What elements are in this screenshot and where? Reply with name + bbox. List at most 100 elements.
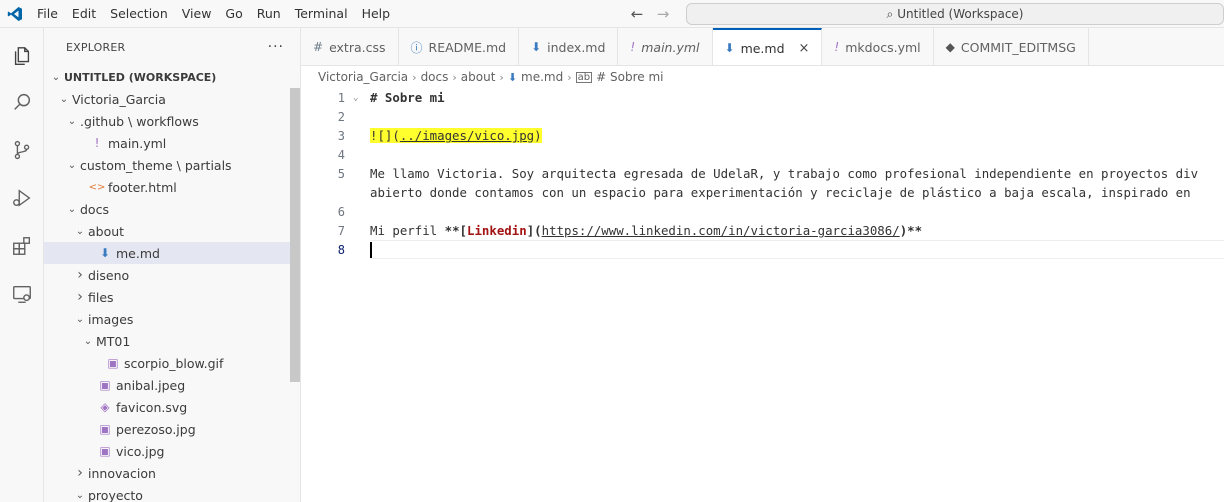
tree-folder[interactable]: ⌄ proyecto <box>44 484 300 502</box>
tab-readme-md[interactable]: ⓘ README.md <box>399 28 520 65</box>
tree-folder[interactable]: ⌄ UNTITLED (WORKSPACE) <box>44 66 300 88</box>
tree-folder[interactable]: ⌄ Victoria_Garcia <box>44 88 300 110</box>
tree-folder[interactable]: › files <box>44 286 300 308</box>
menu-item-terminal[interactable]: Terminal <box>288 0 355 28</box>
image-file-icon: ▣ <box>99 422 111 436</box>
link-url[interactable]: https://www.linkedin.com/in/victoria-gar… <box>542 223 900 238</box>
back-arrow-icon[interactable]: ← <box>628 5 646 23</box>
link-text: Linkedin <box>467 223 527 238</box>
file-type-icon: ◆ <box>945 40 955 54</box>
line-number: 3 <box>337 128 345 143</box>
tree-folder[interactable]: › innovacion <box>44 462 300 484</box>
tree-file[interactable]: ▣ perezoso.jpg <box>44 418 300 440</box>
bold-marker: **[ <box>444 223 467 238</box>
markdown-file-icon: ⬇ <box>99 246 111 260</box>
menu-item-edit[interactable]: Edit <box>65 0 103 28</box>
menu-item-view[interactable]: View <box>175 0 219 28</box>
forward-arrow-icon[interactable]: → <box>654 5 672 23</box>
tree-folder[interactable]: ⌄ about <box>44 220 300 242</box>
editor-line: 5 Me llamo Victoria. Soy arquitecta egre… <box>301 164 1224 183</box>
chevron-down-icon: ⌄ <box>83 335 93 347</box>
file-type-icon: ⓘ <box>410 40 423 55</box>
title-bar: File Edit Selection View Go Run Terminal Help ←… <box>0 0 1224 28</box>
chevron-right-icon: › <box>499 70 504 84</box>
activity-bar <box>0 28 44 502</box>
menu-item-help[interactable]: Help <box>355 0 398 28</box>
tree-folder[interactable]: ⌄ images <box>44 308 300 330</box>
source-control-icon[interactable] <box>6 134 38 166</box>
line-number: 6 <box>337 204 345 219</box>
bold-marker: )** <box>899 223 923 238</box>
run-debug-icon[interactable] <box>6 182 38 214</box>
tree-file[interactable]: ▣ anibal.jpeg <box>44 374 300 396</box>
tab-me-md[interactable]: ⬇ me.md × <box>712 28 823 65</box>
image-link-prefix: ![]( <box>370 128 400 143</box>
image-link-path[interactable]: ../images/vico.jpg <box>400 128 534 143</box>
line-number: 8 <box>337 242 345 257</box>
line-number: 2 <box>337 109 345 124</box>
text-cursor <box>370 242 372 258</box>
tree-item-label: UNTITLED (WORKSPACE) <box>64 70 217 84</box>
tree-item-label: innovacion <box>88 465 156 481</box>
tree-item-label: vico.jpg <box>116 443 165 459</box>
breadcrumb-item[interactable]: me.md <box>521 70 563 84</box>
editor-line: 6 <box>301 202 1224 221</box>
breadcrumb-item[interactable]: # Sobre mi <box>596 70 663 84</box>
extensions-icon[interactable] <box>6 230 38 262</box>
tree-file[interactable]: ⬇ me.md <box>44 242 300 264</box>
search-icon: ⌕ <box>886 6 894 21</box>
breadcrumb-item[interactable]: docs <box>421 70 449 84</box>
menu-item-run[interactable]: Run <box>250 0 288 28</box>
tree-folder[interactable]: ⌄ docs <box>44 198 300 220</box>
tree-file[interactable]: ▣ vico.jpg <box>44 440 300 462</box>
explorer-header: EXPLORER ··· <box>44 28 300 66</box>
tree-file[interactable]: ▣ scorpio_blow.gif <box>44 352 300 374</box>
close-icon[interactable]: × <box>799 41 810 56</box>
tab-main-yml[interactable]: ! main.yml <box>618 28 713 65</box>
tree-item-label: .github \ workflows <box>80 113 199 129</box>
tree-item-label: files <box>88 289 114 305</box>
chevron-down-icon: ⌄ <box>51 71 61 83</box>
sidebar-scrollbar[interactable] <box>290 88 300 382</box>
line-text: abierto donde contamos con un espacio pa… <box>370 185 1191 200</box>
text-segment: Mi perfil <box>370 223 445 238</box>
code-editor[interactable]: 1 ⌄ # Sobre mi 2 3 ![](../images/vico.jp… <box>301 88 1224 502</box>
line-number: 5 <box>337 166 345 181</box>
file-type-icon: # <box>313 40 324 54</box>
editor-line: 8 <box>301 240 1224 259</box>
tab-commit-editmsg[interactable]: ◆ COMMIT_EDITMSG <box>934 28 1089 65</box>
explorer-files-icon[interactable] <box>6 40 38 72</box>
line-number: 4 <box>337 147 345 162</box>
editor-tabs: # extra.css ⓘ README.md ⬇ index.md! main.yml ⬇ m… <box>301 28 1224 66</box>
menu-item-file[interactable]: File <box>30 0 65 28</box>
tab-index-md[interactable]: ⬇ index.md <box>519 28 619 65</box>
chevron-down-icon: ⌄ <box>67 159 77 171</box>
breadcrumb-item[interactable]: about <box>461 70 496 84</box>
remote-explorer-icon[interactable] <box>6 278 38 310</box>
link-bracket: ]( <box>526 223 542 238</box>
fold-chevron-icon[interactable]: ⌄ <box>353 93 358 103</box>
tree-item-label: proyecto <box>88 487 143 502</box>
breadcrumb-item[interactable]: Victoria_Garcia <box>318 70 408 84</box>
tab-mkdocs-yml[interactable]: ! mkdocs.yml <box>822 28 934 65</box>
tree-file[interactable]: ◈ favicon.svg <box>44 396 300 418</box>
tree-folder[interactable]: › diseno <box>44 264 300 286</box>
more-actions-icon[interactable]: ··· <box>268 39 284 55</box>
tree-file[interactable]: <> footer.html <box>44 176 300 198</box>
svg-file-icon: ◈ <box>100 400 110 414</box>
tab-extra-css[interactable]: # extra.css <box>301 28 399 65</box>
menu-item-go[interactable]: Go <box>218 0 249 28</box>
file-type-icon: ⬇ <box>531 40 542 54</box>
tab-label: COMMIT_EDITMSG <box>960 39 1076 55</box>
tree-folder[interactable]: ⌄ MT01 <box>44 330 300 352</box>
command-center-search[interactable]: ⌕ Untitled (Workspace) <box>686 3 1224 25</box>
vscode-logo-icon <box>0 0 30 28</box>
tree-item-label: about <box>88 223 125 239</box>
image-link-suffix: ) <box>534 128 542 143</box>
search-icon[interactable] <box>6 86 38 118</box>
menu-item-selection[interactable]: Selection <box>103 0 175 28</box>
tree-folder[interactable]: ⌄ .github \ workflows <box>44 110 300 132</box>
tree-folder[interactable]: ⌄ custom_theme \ partials <box>44 154 300 176</box>
tree-file[interactable]: ! main.yml <box>44 132 300 154</box>
explorer-title: EXPLORER <box>66 40 126 54</box>
